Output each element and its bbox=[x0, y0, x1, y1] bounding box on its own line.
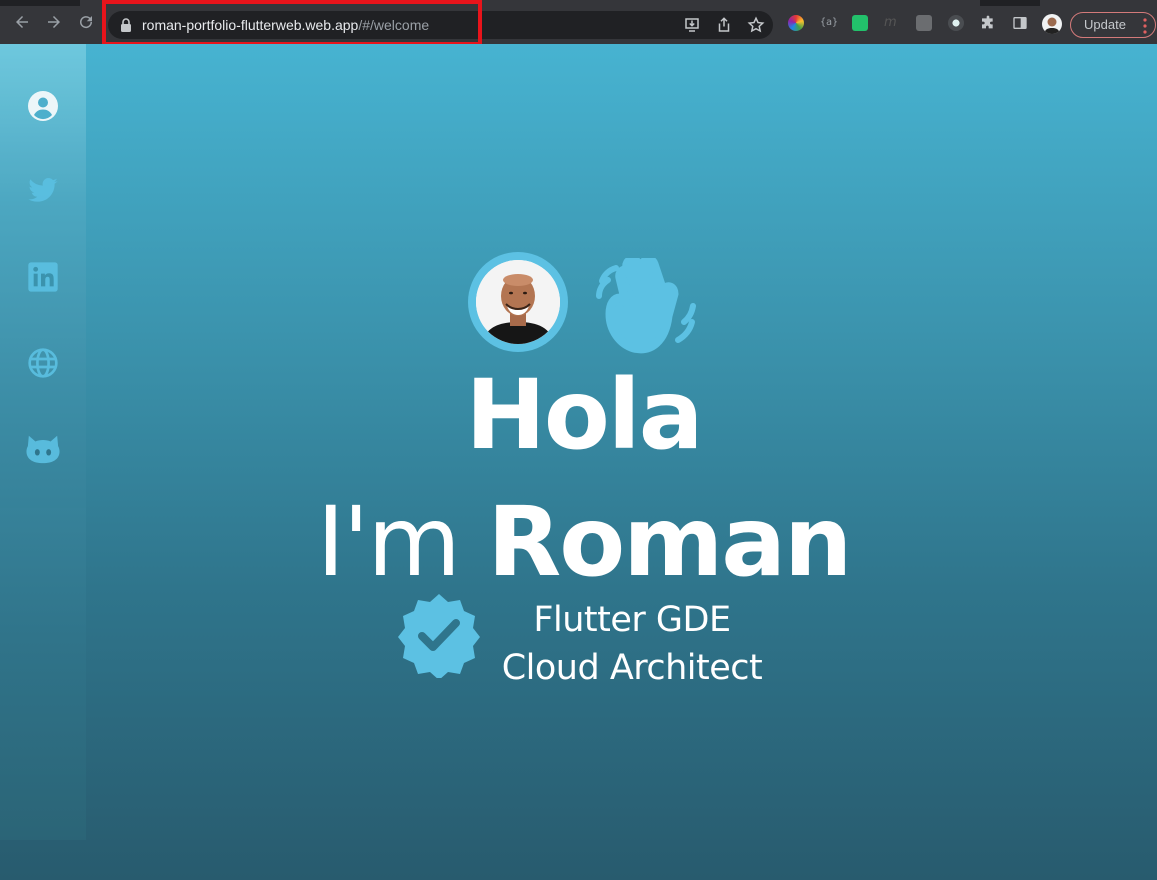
role-item: Cloud Architect bbox=[501, 648, 763, 688]
verified-badge-icon bbox=[398, 594, 480, 678]
puzzle-icon[interactable] bbox=[980, 15, 996, 31]
browser-toolbar: roman-portfolio-flutterweb.web.app/#/wel… bbox=[0, 0, 1157, 46]
reload-icon[interactable] bbox=[76, 12, 96, 32]
m-extension-icon[interactable]: m bbox=[884, 15, 900, 31]
kebab-menu-icon[interactable] bbox=[1143, 18, 1147, 34]
avatar bbox=[468, 252, 568, 352]
lock-icon[interactable] bbox=[120, 18, 132, 32]
tab-strip bbox=[0, 0, 1157, 6]
url-text[interactable]: roman-portfolio-flutterweb.web.app/#/wel… bbox=[142, 17, 429, 33]
url-path: /#/welcome bbox=[358, 17, 430, 33]
i-extension-icon[interactable] bbox=[916, 15, 932, 31]
roles-list: Flutter GDE Cloud Architect bbox=[482, 596, 782, 692]
tab-strip-hint bbox=[1040, 0, 1157, 6]
color-picker-extension-icon[interactable] bbox=[788, 15, 804, 31]
emoji-extension-icon[interactable] bbox=[852, 15, 868, 31]
tab-strip-hint bbox=[80, 0, 980, 6]
twitter-icon[interactable] bbox=[26, 174, 60, 208]
portfolio-page: Hola I'm Roman Flutter GDE Cloud Archite… bbox=[0, 44, 1157, 880]
hero-name: Roman bbox=[487, 486, 852, 598]
avatar-photo bbox=[476, 260, 560, 344]
intro-heading: I'm Roman bbox=[0, 482, 1157, 602]
linkedin-icon[interactable] bbox=[26, 260, 60, 294]
back-arrow-icon[interactable] bbox=[12, 12, 32, 32]
star-icon[interactable] bbox=[747, 16, 765, 34]
role-item: Flutter GDE bbox=[533, 600, 731, 640]
share-icon[interactable] bbox=[715, 16, 733, 34]
search-extension-icon[interactable] bbox=[948, 15, 964, 31]
forward-arrow-icon[interactable] bbox=[44, 12, 64, 32]
side-panel-icon[interactable] bbox=[1012, 15, 1028, 31]
intro-prefix: I'm bbox=[316, 486, 461, 598]
install-app-icon[interactable] bbox=[683, 16, 701, 34]
profile-avatar[interactable] bbox=[1042, 14, 1062, 34]
greeting-heading: Hola bbox=[465, 359, 704, 471]
json-extension-icon[interactable]: {a} bbox=[820, 15, 838, 31]
address-bar[interactable]: roman-portfolio-flutterweb.web.app/#/wel… bbox=[108, 11, 773, 39]
account-circle-icon[interactable] bbox=[26, 89, 60, 123]
url-host: roman-portfolio-flutterweb.web.app bbox=[142, 17, 359, 33]
waving-hand-icon bbox=[596, 258, 696, 354]
